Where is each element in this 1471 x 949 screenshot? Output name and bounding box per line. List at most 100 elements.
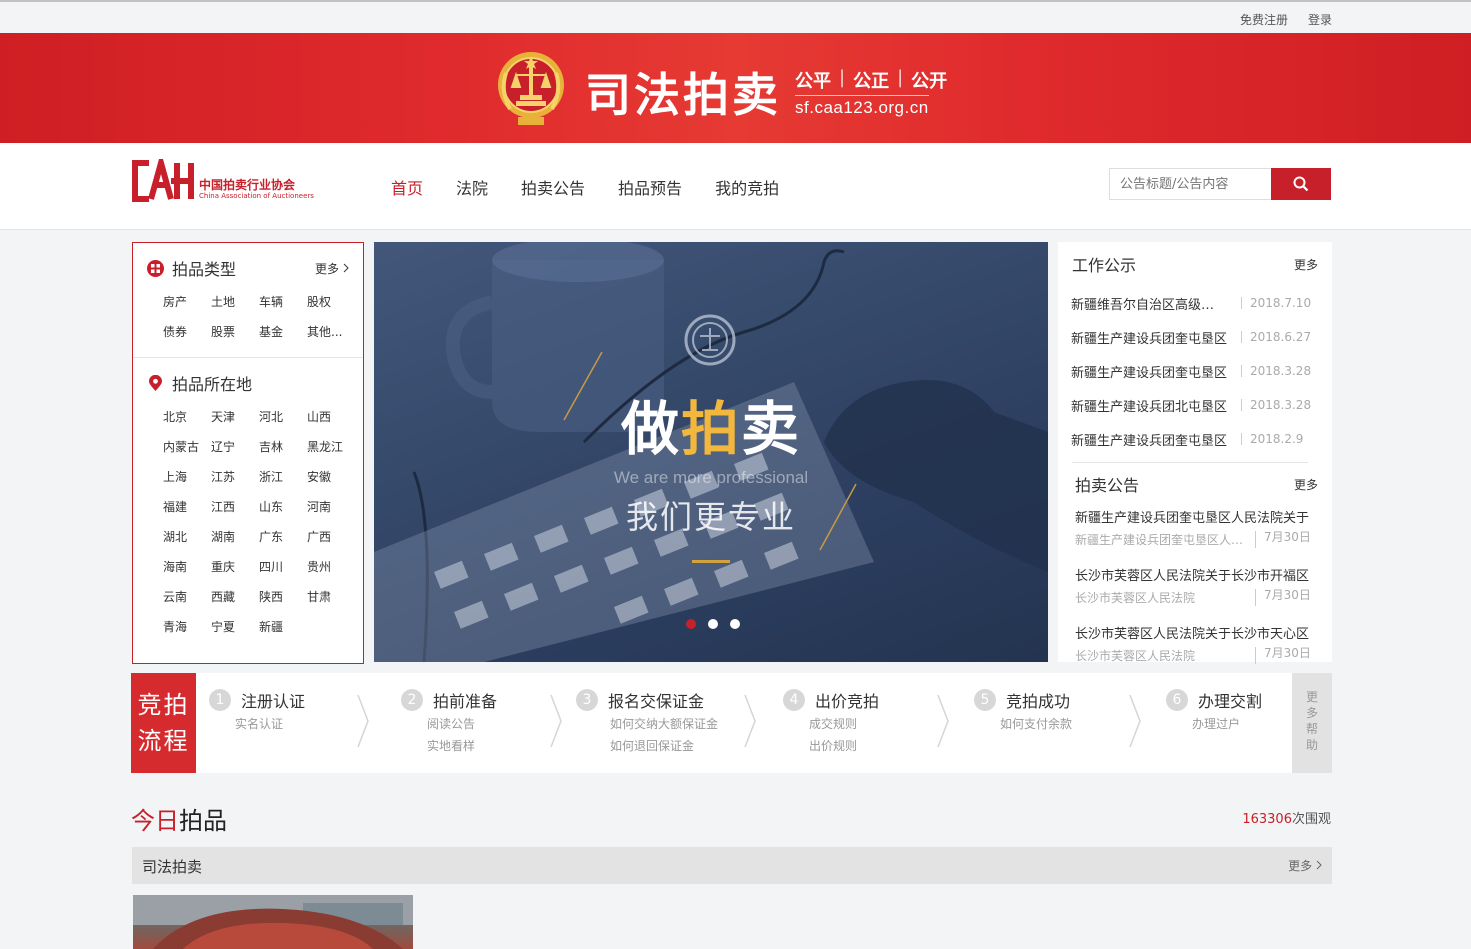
nav-auction-notices[interactable]: 拍卖公告: [521, 175, 585, 199]
type-link[interactable]: 车辆: [259, 287, 307, 317]
location-link[interactable]: 内蒙古: [163, 432, 211, 462]
type-link[interactable]: 土地: [211, 287, 259, 317]
carousel-dot[interactable]: [708, 619, 718, 629]
step-help-link[interactable]: 如何退回保证金: [576, 735, 746, 757]
location-link[interactable]: 青海: [163, 612, 211, 642]
auction-notice-more-link[interactable]: 更多: [1294, 476, 1318, 493]
auction-notice-item[interactable]: 新疆生产建设兵团奎屯垦区人民法院关于新疆生产建设兵团奎屯垦区人民法院 7月30日: [1058, 505, 1332, 563]
location-link[interactable]: 山西: [307, 402, 355, 432]
type-link[interactable]: 基金: [259, 317, 307, 347]
location-link[interactable]: 河北: [259, 402, 307, 432]
location-link[interactable]: 山东: [259, 492, 307, 522]
work-notice-item[interactable]: 新疆维吾尔自治区高级人民法院 2018.7.10: [1058, 286, 1332, 320]
location-link[interactable]: 天津: [211, 402, 259, 432]
step-name: 注册认证: [241, 692, 306, 711]
hero-carousel[interactable]: 做拍卖 We are more professional 我们更专业: [374, 242, 1048, 662]
slogan-char: 做: [620, 395, 681, 463]
step-number: 5: [974, 689, 996, 711]
location-link[interactable]: 福建: [163, 492, 211, 522]
step-number: 1: [209, 689, 231, 711]
location-label: 重庆: [211, 560, 236, 574]
work-notice-title: 工作公示: [1072, 256, 1137, 275]
more-help-button[interactable]: 更多帮助: [1292, 673, 1332, 773]
login-link[interactable]: 登录: [1308, 11, 1332, 28]
judicial-auction-section-bar: 司法拍卖 更多: [132, 847, 1332, 884]
work-notice-item[interactable]: 新疆生产建设兵团北屯垦区 2018.3.28: [1058, 388, 1332, 422]
location-label: 甘肃: [307, 590, 332, 604]
nav-courts[interactable]: 法院: [456, 175, 488, 199]
location-link[interactable]: 四川: [259, 552, 307, 582]
location-link[interactable]: 海南: [163, 552, 211, 582]
location-link[interactable]: 浙江: [259, 462, 307, 492]
step-name: 拍前准备: [433, 692, 498, 711]
auction-item-thumbnail[interactable]: [133, 895, 413, 949]
nav-home[interactable]: 首页: [391, 175, 423, 199]
item-type-more-link[interactable]: 更多: [315, 260, 349, 277]
location-link[interactable]: 宁夏: [211, 612, 259, 642]
type-link[interactable]: 债券: [163, 317, 211, 347]
location-link[interactable]: 江西: [211, 492, 259, 522]
location-link[interactable]: 甘肃: [307, 582, 355, 612]
location-label: 广东: [259, 530, 284, 544]
location-label: 四川: [259, 560, 284, 574]
location-label: 湖北: [163, 530, 188, 544]
step-help-link[interactable]: 如何交纳大额保证金: [576, 713, 746, 735]
location-link[interactable]: 贵州: [307, 552, 355, 582]
location-link[interactable]: 广东: [259, 522, 307, 552]
location-link[interactable]: 江苏: [211, 462, 259, 492]
step-help-link[interactable]: 如何支付余款: [974, 713, 1144, 735]
step-arrow-icon: [357, 694, 369, 748]
work-notice-list: 新疆维吾尔自治区高级人民法院 2018.7.10 新疆生产建设兵团奎屯垦区 2018.…: [1058, 286, 1332, 456]
type-link[interactable]: 房产: [163, 287, 211, 317]
work-notice-item[interactable]: 新疆生产建设兵团奎屯垦区 2018.2.9: [1058, 422, 1332, 456]
auction-notice-item[interactable]: 长沙市芙蓉区人民法院关于长沙市天心区 长沙市芙蓉区人民法院 7月30日: [1058, 621, 1332, 679]
step-help-link[interactable]: 实名认证: [209, 713, 379, 735]
step-help-link[interactable]: 成交规则: [783, 713, 953, 735]
section-title: 司法拍卖: [142, 858, 203, 876]
section-more-link[interactable]: 更多: [1288, 857, 1322, 874]
type-link[interactable]: 其他...: [307, 317, 355, 347]
step-help-link[interactable]: 阅读公告: [401, 713, 571, 735]
court-emblem-icon: [498, 52, 564, 125]
location-label: 浙江: [259, 470, 284, 484]
location-link[interactable]: 云南: [163, 582, 211, 612]
location-link[interactable]: 安徽: [307, 462, 355, 492]
type-link[interactable]: 股权: [307, 287, 355, 317]
search-button[interactable]: [1271, 168, 1331, 200]
location-link[interactable]: 西藏: [211, 582, 259, 612]
type-link[interactable]: 股票: [211, 317, 259, 347]
step-header: 5 竞拍成功: [974, 687, 1144, 713]
location-link[interactable]: 北京: [163, 402, 211, 432]
process-step: 4 出价竞拍 成交规则 出价规则: [783, 687, 953, 757]
location-link[interactable]: 黑龙江: [307, 432, 355, 462]
carousel-dot[interactable]: [686, 619, 696, 629]
location-link[interactable]: 新疆: [259, 612, 307, 642]
carousel-dot[interactable]: [730, 619, 740, 629]
location-link[interactable]: 重庆: [211, 552, 259, 582]
step-help-link[interactable]: 出价规则: [783, 735, 953, 757]
location-label: 河北: [259, 410, 284, 424]
register-link[interactable]: 免费注册: [1240, 11, 1288, 28]
location-link[interactable]: 河南: [307, 492, 355, 522]
step-help-link[interactable]: 实地看样: [401, 735, 571, 757]
location-link[interactable]: 湖北: [163, 522, 211, 552]
location-link[interactable]: 吉林: [259, 432, 307, 462]
location-link[interactable]: 上海: [163, 462, 211, 492]
location-link[interactable]: 辽宁: [211, 432, 259, 462]
auction-notice-item[interactable]: 长沙市芙蓉区人民法院关于长沙市开福区 长沙市芙蓉区人民法院 7月30日: [1058, 563, 1332, 621]
location-link[interactable]: 广西: [307, 522, 355, 552]
location-link[interactable]: 陕西: [259, 582, 307, 612]
location-label: 山东: [259, 500, 284, 514]
search-icon: [1293, 176, 1309, 192]
location-link[interactable]: 湖南: [211, 522, 259, 552]
work-notice-more-link[interactable]: 更多: [1294, 256, 1318, 273]
nav-item-previews[interactable]: 拍品预告: [618, 175, 682, 199]
nav-my-bids[interactable]: 我的竞拍: [715, 175, 779, 199]
association-logo[interactable]: 中国拍卖行业协会 China Association of Auctioneer…: [131, 151, 321, 205]
news-panel: 工作公示 更多 新疆维吾尔自治区高级人民法院 2018.7.10 新疆生产建设兵团奎…: [1058, 242, 1332, 664]
search-input[interactable]: [1109, 168, 1271, 200]
slogan-english: We are more professional: [613, 468, 809, 487]
account-links: 免费注册 登录: [1240, 11, 1332, 28]
work-notice-item[interactable]: 新疆生产建设兵团奎屯垦区 2018.6.27: [1058, 320, 1332, 354]
work-notice-item[interactable]: 新疆生产建设兵团奎屯垦区 2018.3.28: [1058, 354, 1332, 388]
